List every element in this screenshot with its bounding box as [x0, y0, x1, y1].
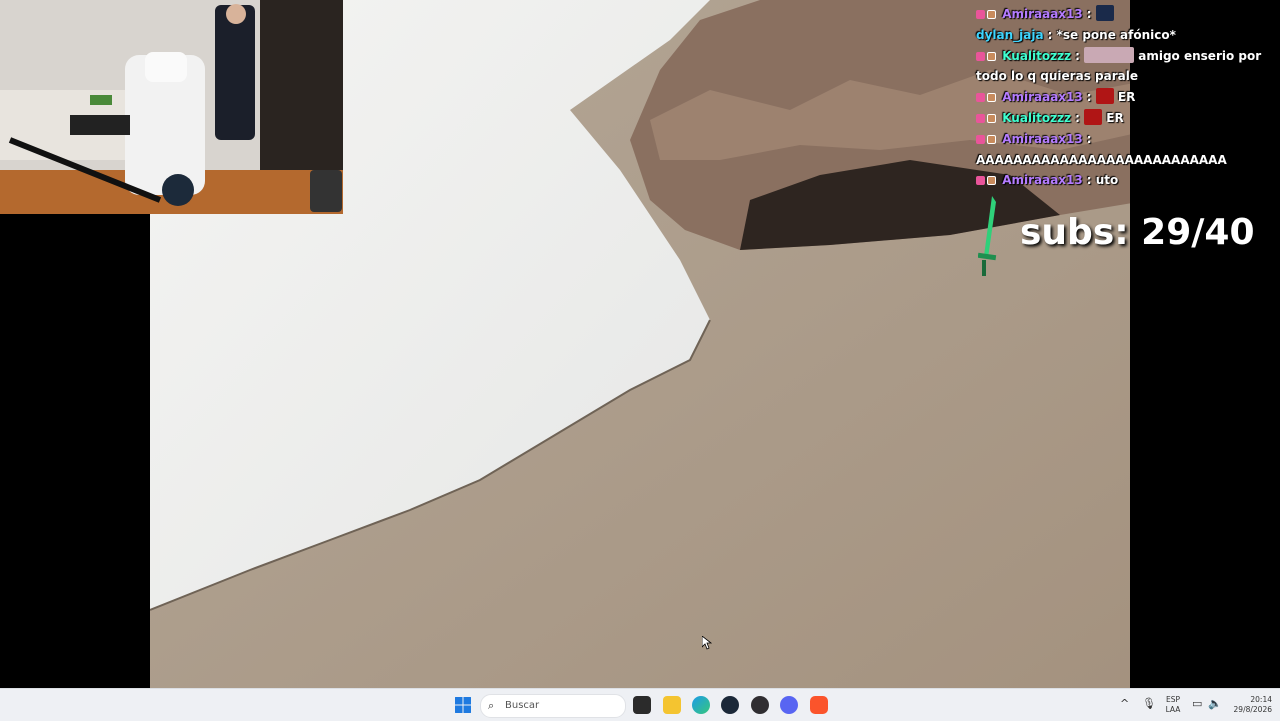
obs-icon[interactable] — [751, 696, 769, 714]
clock-time: 20:14 — [1250, 695, 1272, 704]
speaker-icon[interactable]: 🔈 — [1208, 697, 1222, 710]
search-icon: ⌕ — [488, 699, 495, 712]
microphone-icon[interactable]: 🎙 — [1142, 697, 1156, 710]
chat-message: Amiraaax13: AAAAAAAAAAAAAAAAAAAAAAAAAAA — [976, 131, 1227, 167]
chat-message: dylan_jaja: *se pone afónico* — [976, 27, 1176, 42]
brave-browser-icon[interactable] — [810, 696, 828, 714]
clock[interactable]: 20:14 29/8/2026 — [1226, 695, 1272, 715]
sub-badge-icon — [987, 93, 996, 103]
language-indicator[interactable]: ESP LAA — [1162, 695, 1184, 715]
chat-text: ER — [1117, 90, 1136, 105]
sub-badge-icon — [987, 176, 996, 186]
search-placeholder: Buscar — [505, 700, 540, 711]
search-input[interactable]: ⌕ Buscar — [480, 694, 626, 718]
chat-username: Amiraaax13 — [1002, 173, 1083, 188]
chat-text: uto — [1095, 173, 1119, 188]
mouse-cursor-icon — [702, 636, 712, 650]
chat-text: *se pone afónico* — [1056, 27, 1176, 42]
face-emote-icon — [1084, 46, 1135, 63]
chat-message: Amiraaax13: — [976, 4, 1266, 25]
chat-username: Amiraaax13 — [1002, 90, 1083, 105]
edge-browser-icon[interactable] — [692, 696, 710, 714]
chat-username: Amiraaax13 — [1002, 7, 1083, 21]
webcam-image — [0, 0, 343, 214]
sub-badge-icon — [987, 10, 996, 19]
red-emote-icon — [1084, 108, 1103, 125]
sub-badge-icon — [987, 51, 996, 61]
discord-icon[interactable] — [780, 696, 798, 714]
sticky-notes-icon[interactable] — [633, 696, 651, 714]
sword-icon — [978, 196, 997, 276]
clock-date: 29/8/2026 — [1233, 705, 1272, 714]
chat-overlay: Amiraaax13: dylan_jaja: *se pone afónico… — [976, 4, 1266, 191]
webcam-overlay — [0, 0, 343, 214]
steam-icon[interactable] — [721, 696, 739, 714]
display-icon[interactable]: ▭ — [1192, 697, 1202, 710]
chat-username: Kualitozzz — [1002, 110, 1072, 125]
pencil-badge-icon — [976, 134, 985, 144]
sub-badge-icon — [987, 134, 996, 144]
chat-message: Amiraaax13: uto — [976, 170, 1266, 191]
chat-username: dylan_jaja — [976, 27, 1044, 42]
red-emote-icon — [1095, 88, 1114, 105]
windows-start-icon[interactable] — [454, 696, 472, 714]
pencil-badge-icon — [976, 93, 985, 103]
file-explorer-icon[interactable] — [663, 696, 681, 714]
chat-text: AAAAAAAAAAAAAAAAAAAAAAAAAAA — [976, 152, 1227, 167]
chat-username: Kualitozzz — [1002, 48, 1072, 63]
chevron-up-icon[interactable]: ^ — [1120, 697, 1129, 710]
keyboard-layout: LAA — [1165, 705, 1181, 714]
dark-emote-icon — [1095, 5, 1114, 21]
chat-text: ER — [1106, 110, 1124, 125]
chat-message: Kualitozzz: ER — [976, 108, 1266, 129]
chat-message: Amiraaax13: ER — [976, 87, 1266, 108]
windows-taskbar: ⌕ Buscar ^ 🎙 ESP LAA ▭ 🔈 20:14 29/8/2026 — [0, 688, 1280, 721]
subs-goal-counter: subs: 29/40 — [1020, 212, 1255, 253]
pencil-badge-icon — [976, 51, 985, 61]
language-code: ESP — [1165, 695, 1181, 704]
pencil-badge-icon — [976, 113, 985, 123]
chat-message: Kualitozzz: amigo enserio por todo lo q … — [976, 46, 1262, 84]
sub-badge-icon — [987, 113, 996, 123]
pencil-badge-icon — [976, 176, 985, 186]
pencil-badge-icon — [976, 10, 985, 19]
chat-username: Amiraaax13 — [1002, 131, 1083, 146]
